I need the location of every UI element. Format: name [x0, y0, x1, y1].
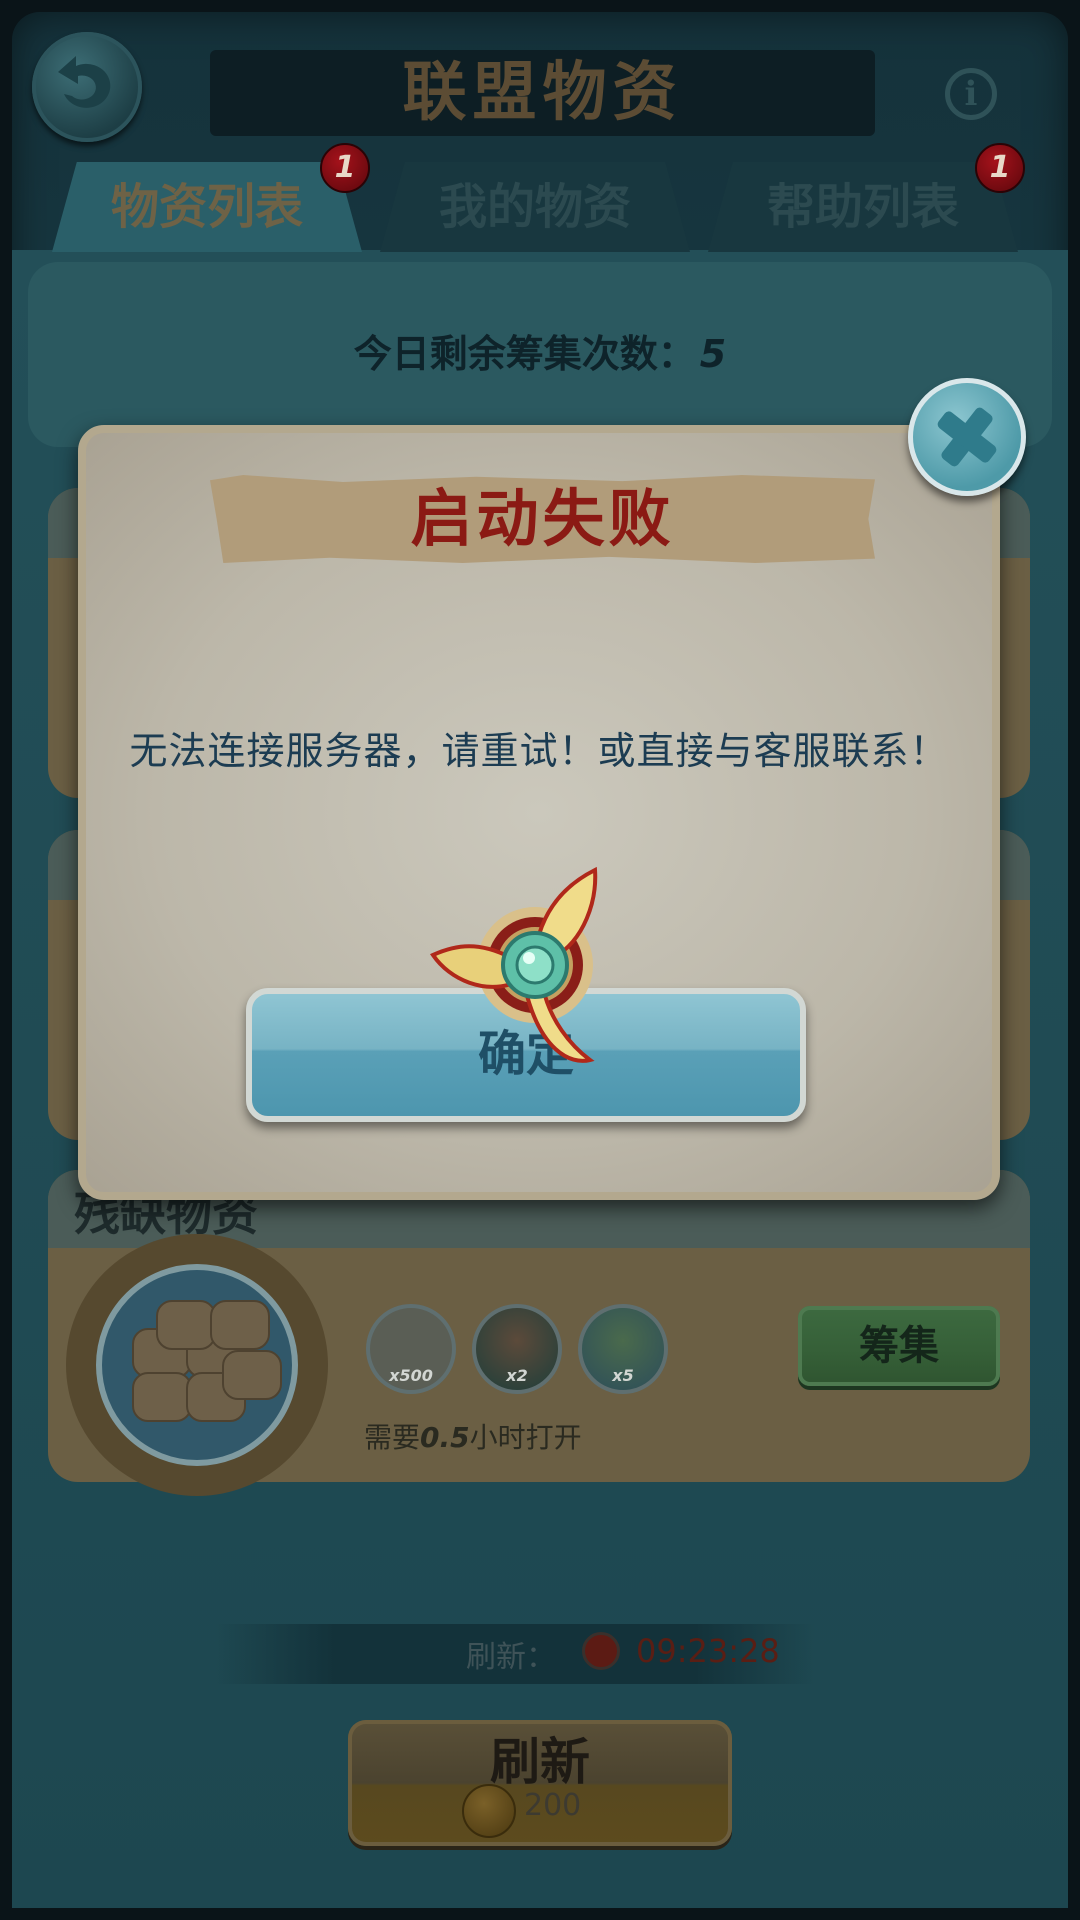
close-button[interactable]	[908, 378, 1026, 496]
dialog-title: 启动失败	[410, 482, 675, 555]
close-x-icon	[937, 407, 997, 467]
fan-loading-icon	[430, 866, 598, 1063]
dialog-message: 无法连接服务器，请重试！或直接与客服联系！	[129, 729, 949, 773]
